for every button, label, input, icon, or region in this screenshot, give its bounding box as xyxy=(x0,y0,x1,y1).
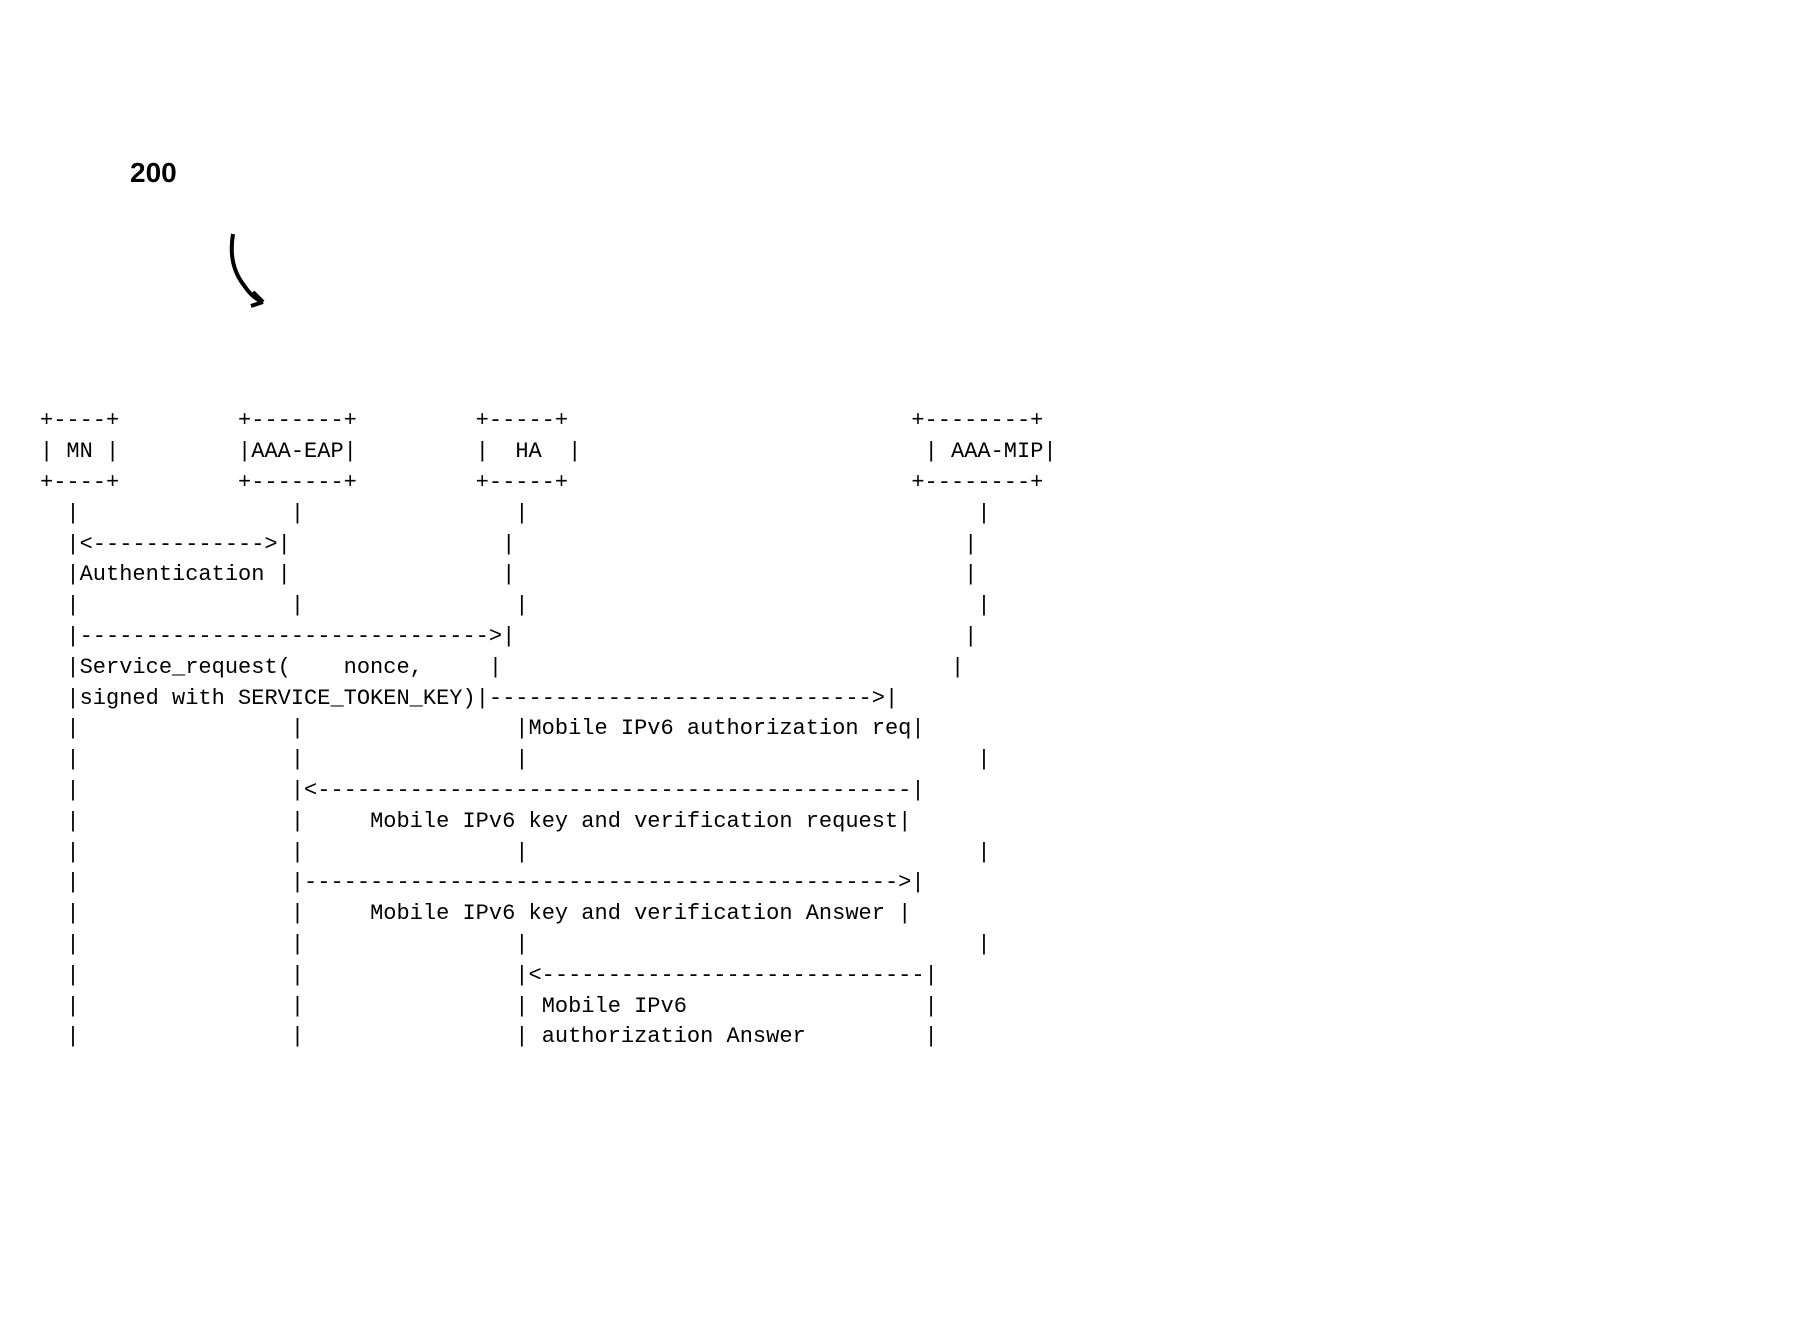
msg-service-request-line2: signed with SERVICE_TOKEN_KEY) xyxy=(80,686,476,711)
actor-mn: MN xyxy=(66,439,92,464)
ascii-sequence-diagram: +----+ +-------+ +-----+ +--------+ | MN… xyxy=(40,406,1760,1053)
curve-arrow-icon xyxy=(170,193,283,355)
msg-mipv6-key-ver-ans: Mobile IPv6 key and verification Answer xyxy=(370,901,885,926)
actor-aaa-eap: AAA-EAP xyxy=(251,439,343,464)
msg-service-request-line1: Service_request( nonce, xyxy=(80,655,423,680)
msg-authentication: Authentication xyxy=(80,562,265,587)
msg-mipv6-auth-ans-line1: Mobile IPv6 xyxy=(542,994,687,1019)
actor-ha: HA xyxy=(515,439,541,464)
msg-mipv6-auth-req: Mobile IPv6 authorization req xyxy=(528,716,911,741)
msg-mipv6-auth-ans-line2: authorization Answer xyxy=(542,1024,806,1049)
figure-number: 200 xyxy=(130,153,177,192)
actor-aaa-mip: AAA-MIP xyxy=(951,439,1043,464)
msg-mipv6-key-ver-req: Mobile IPv6 key and verification request xyxy=(370,809,898,834)
sequence-diagram: 200 +----+ +-------+ +-----+ +--------+ … xyxy=(40,163,1760,1084)
